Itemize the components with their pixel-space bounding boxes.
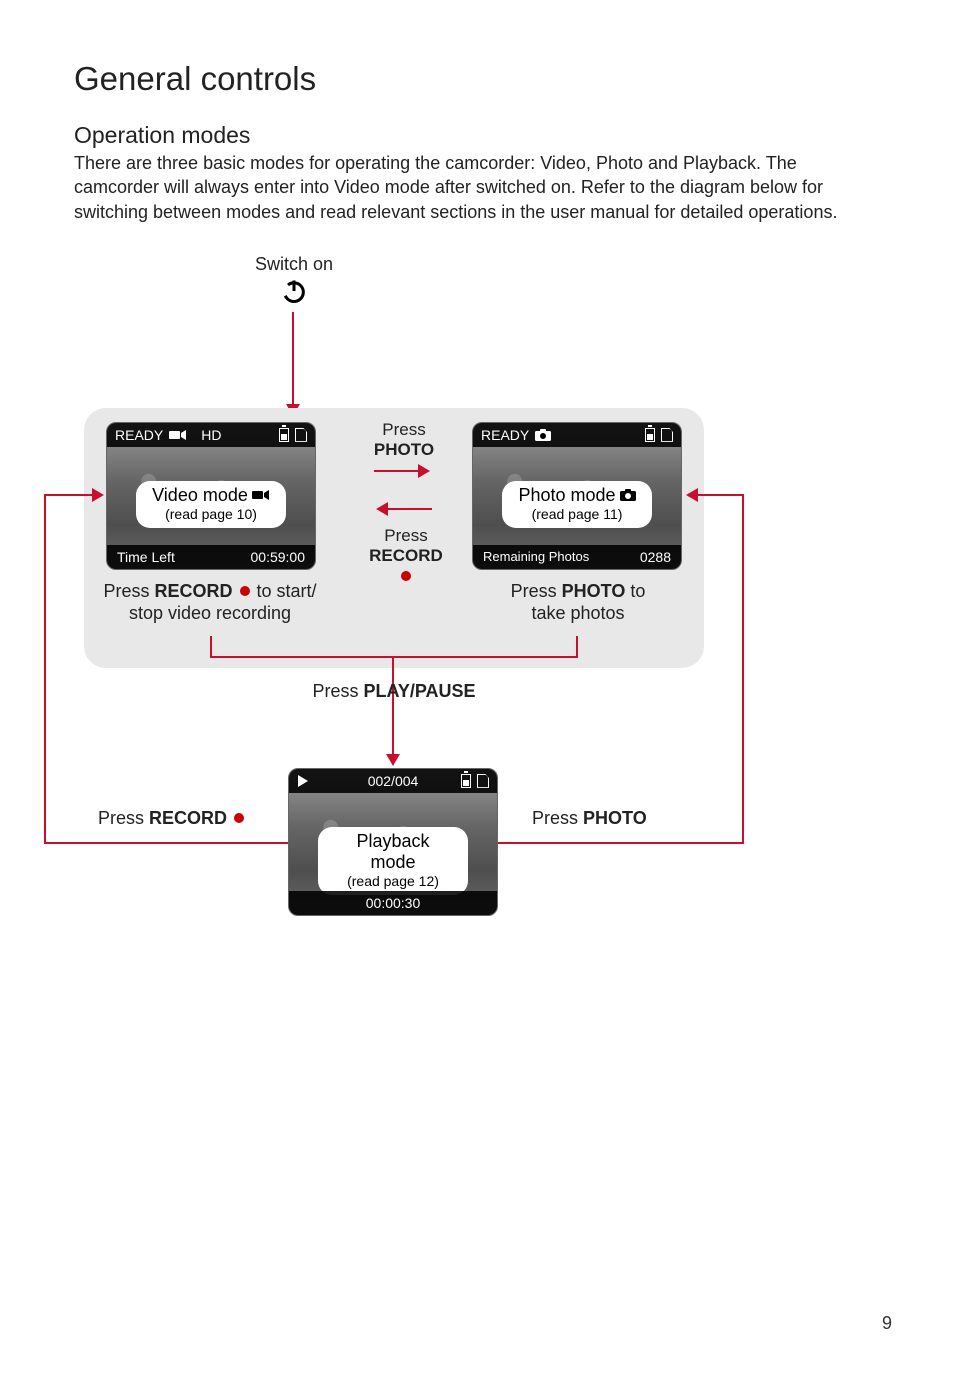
record-dot-icon: [401, 571, 411, 581]
press-label: Press: [384, 526, 427, 545]
remaining-photos-value: 0288: [640, 549, 671, 565]
video-camera-icon: [252, 489, 270, 501]
intro-paragraph: There are three basic modes for operatin…: [74, 151, 880, 224]
photo-button-label: PHOTO: [374, 440, 434, 459]
play-icon: [297, 775, 309, 787]
video-mode-title: Video mode: [152, 485, 248, 506]
mode-flow-diagram: Switch on READY HD Video m: [74, 264, 880, 984]
sd-card-icon: [295, 428, 307, 442]
flow-line: [44, 494, 46, 844]
flow-line: [498, 842, 744, 844]
record-dot-icon: [240, 586, 250, 596]
switch-on-label: Switch on: [255, 254, 333, 274]
photo-mode-subtitle: (read page 11): [516, 506, 638, 522]
page-number: 9: [882, 1313, 892, 1334]
battery-icon: [645, 428, 655, 442]
arrow-head-icon: [92, 488, 104, 502]
arrow-switchon-to-video: [292, 312, 294, 406]
power-icon: [280, 277, 308, 305]
record-dot-icon: [234, 813, 244, 823]
camera-icon: [535, 429, 551, 441]
playback-time: 00:00:30: [366, 895, 421, 911]
flow-line: [696, 494, 744, 496]
battery-icon: [461, 774, 471, 788]
press-photo-side-label: Press PHOTO: [532, 808, 647, 828]
arrow-video-to-photo: [374, 470, 420, 472]
photo-caption-line2: take photos: [531, 603, 624, 623]
playback-mode-screen: 002/004 Playback mode (read page 12) 00:…: [288, 768, 498, 916]
arrow-photo-to-video: [386, 508, 432, 510]
flow-line: [44, 494, 94, 496]
photo-mode-screen: READY Photo mode (read page 11) Remainin…: [472, 422, 682, 570]
remaining-photos-label: Remaining Photos: [483, 549, 589, 564]
video-hd-label: HD: [201, 427, 221, 443]
time-left-value: 00:59:00: [251, 549, 306, 565]
photo-caption-line1: Press PHOTO to: [511, 581, 646, 601]
record-button-label: RECORD: [369, 546, 443, 565]
flow-line: [210, 656, 578, 658]
arrow-head-icon: [686, 488, 698, 502]
video-mode-subtitle: (read page 10): [150, 506, 272, 522]
flow-line: [210, 636, 212, 656]
video-ready-label: READY: [115, 427, 163, 443]
press-play-pause-label: Press PLAY/PAUSE: [312, 681, 475, 701]
video-mode-screen: READY HD Video mode (read page 10) Time …: [106, 422, 316, 570]
flow-line: [44, 842, 288, 844]
flow-line: [392, 656, 394, 756]
playback-mode-title: Playback mode: [332, 831, 454, 873]
section-heading: Operation modes: [74, 122, 880, 149]
sd-card-icon: [477, 774, 489, 788]
sd-card-icon: [661, 428, 673, 442]
video-camera-icon: [169, 429, 187, 441]
playback-mode-subtitle: (read page 12): [332, 873, 454, 889]
press-label: Press: [382, 420, 425, 439]
photo-mode-title: Photo mode: [518, 485, 615, 506]
video-caption-line1: Press RECORD to start/: [103, 581, 316, 601]
time-left-label: Time Left: [117, 549, 175, 565]
arrow-head-icon: [386, 754, 400, 766]
camera-icon: [620, 489, 636, 501]
arrow-head-icon: [376, 502, 388, 516]
photo-ready-label: READY: [481, 427, 529, 443]
playback-counter: 002/004: [368, 773, 419, 789]
flow-line: [742, 494, 744, 844]
battery-icon: [279, 428, 289, 442]
video-caption-line2: stop video recording: [129, 603, 291, 623]
flow-line: [576, 636, 578, 656]
page-title: General controls: [74, 60, 880, 98]
arrow-head-icon: [418, 464, 430, 478]
press-record-side-label: Press RECORD: [98, 808, 246, 828]
